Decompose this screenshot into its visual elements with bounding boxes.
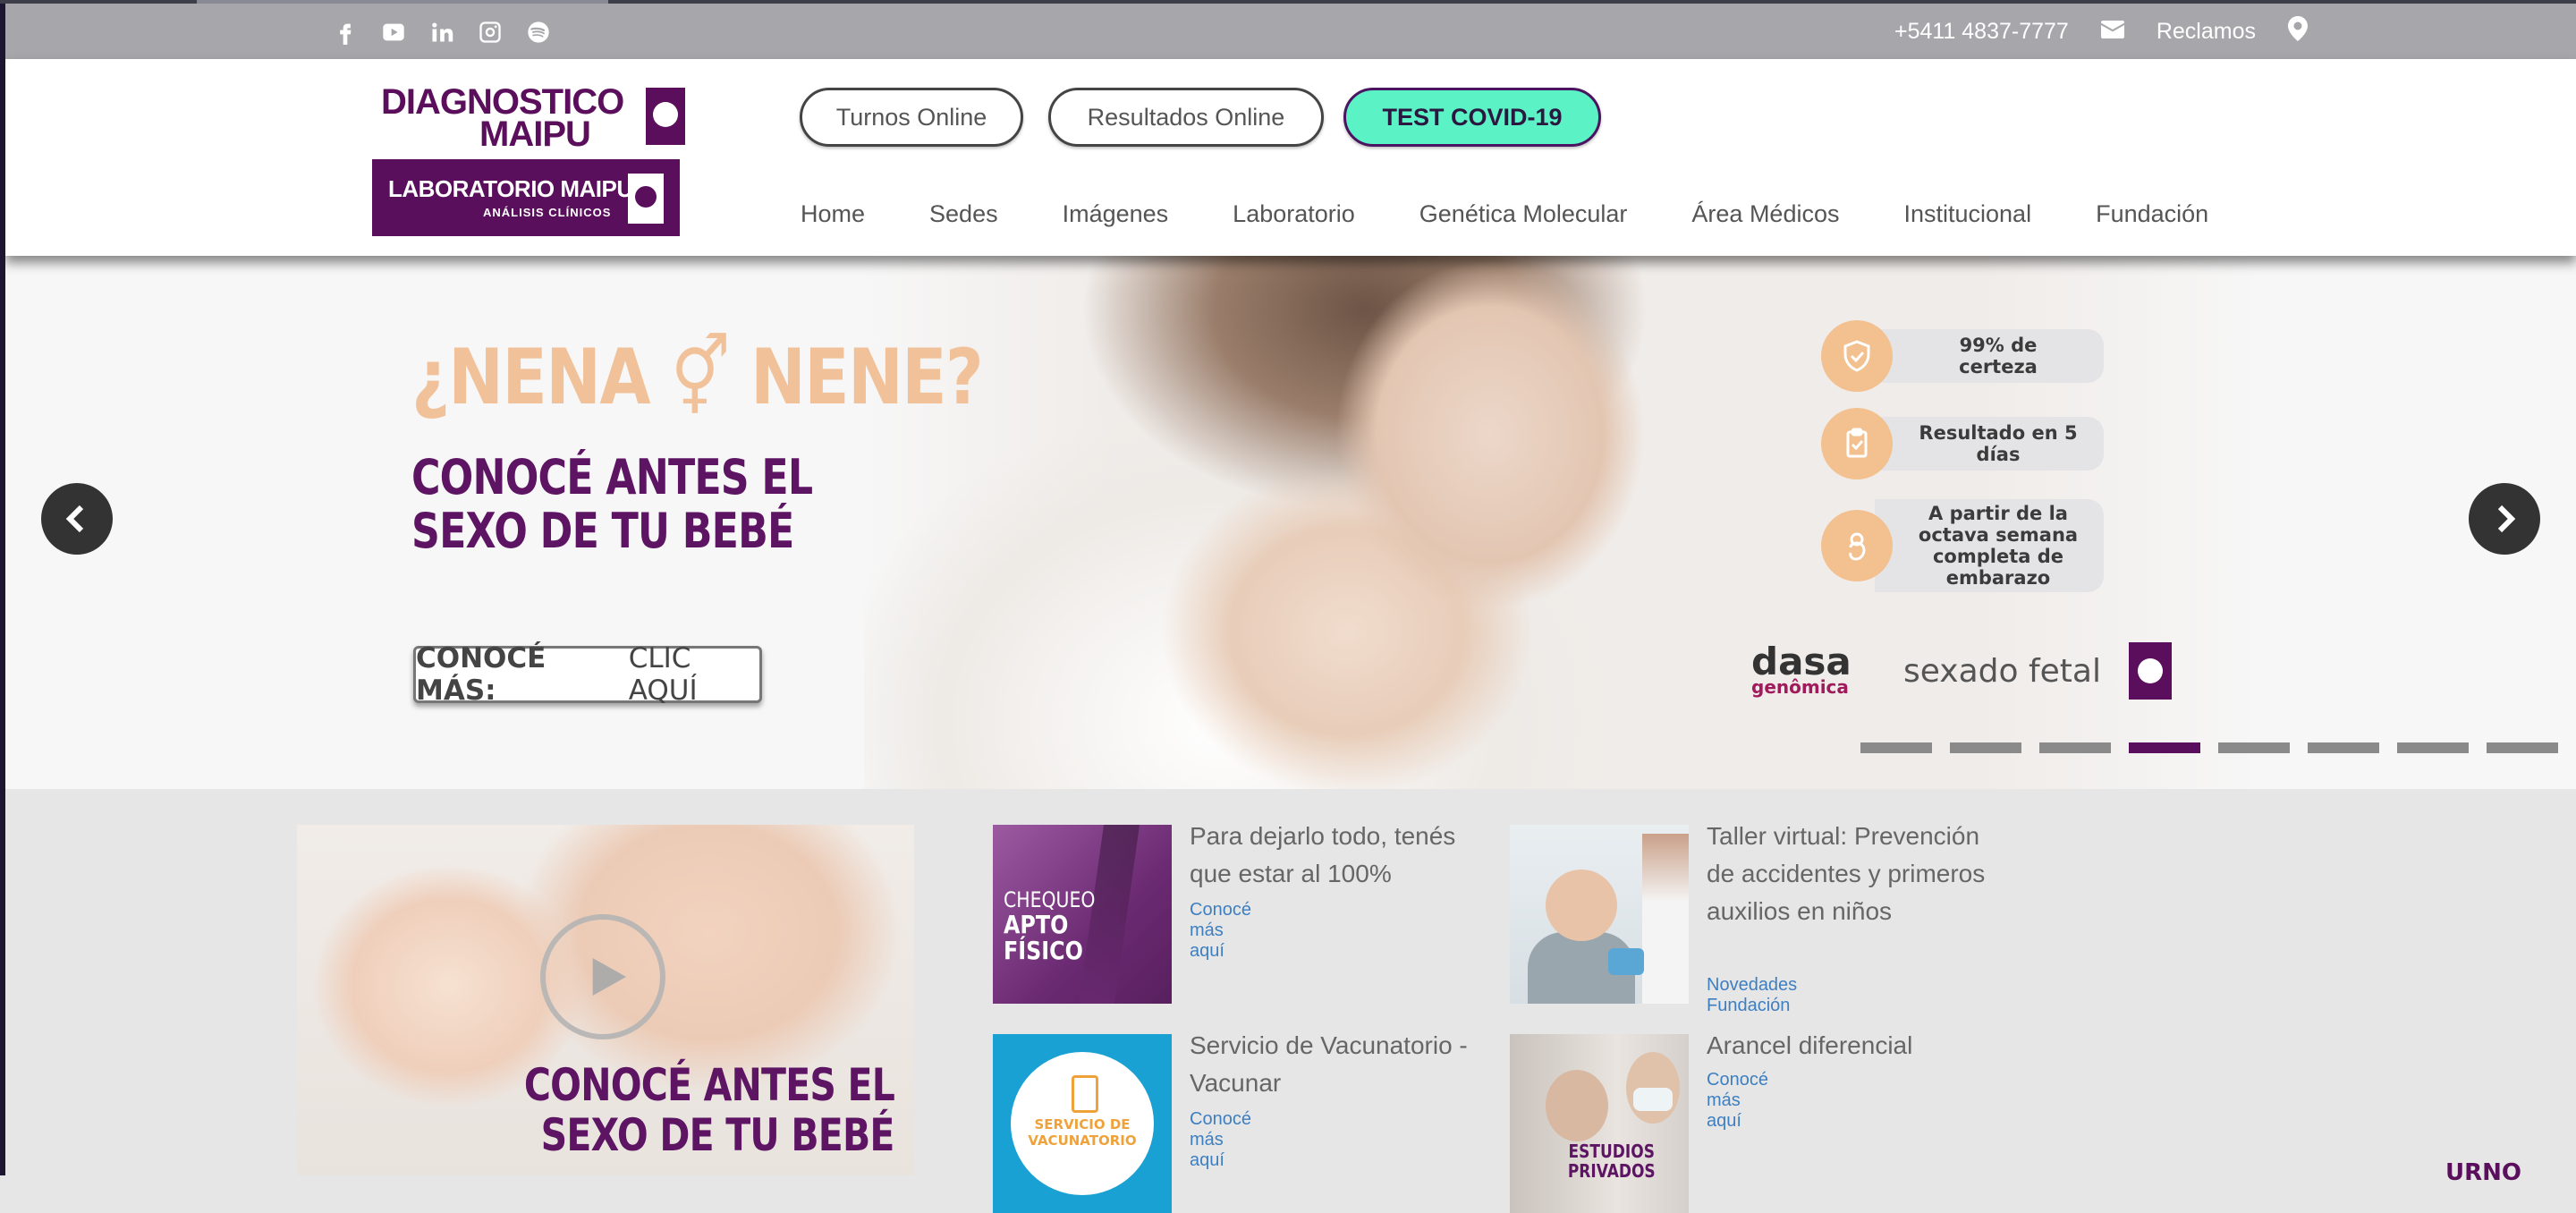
- slider-dot-1[interactable]: [1860, 742, 1932, 753]
- feature-resultado: Resultado en 5 días: [1821, 408, 2104, 479]
- logo-lab-line2: ANÁLISIS CLÍNICOS: [483, 206, 612, 219]
- feature-resultado-label: Resultado en 5 días: [1875, 417, 2104, 471]
- main-nav: Home Sedes Imágenes Laboratorio Genética…: [801, 200, 2273, 228]
- news-card-title[interactable]: Para dejarlo todo, tenés que estar al 10…: [1190, 818, 1476, 893]
- nav-laboratorio[interactable]: Laboratorio: [1233, 200, 1355, 228]
- video-caption-line2: SEXO DE TU BEBÉ: [541, 1109, 895, 1161]
- facebook-icon[interactable]: [331, 18, 360, 47]
- news-card-link[interactable]: Conocé más aquí: [1190, 900, 1251, 962]
- thumb-apto-fisico[interactable]: CHEQUEO APTO FÍSICO: [993, 825, 1172, 1004]
- logo-lab-mark-icon: [628, 174, 664, 224]
- feature-semana-label: A partir de la octava semana completa de…: [1875, 499, 2104, 592]
- thumb-estudios-privados[interactable]: ESTUDIOS PRIVADOS: [1510, 1034, 1689, 1213]
- feature-semana: A partir de la octava semana completa de…: [1821, 499, 2104, 592]
- feature-certeza: 99% de certeza: [1821, 320, 2104, 392]
- hero-slider: ¿NENA ⚥ NENE? CONOCÉ ANTES EL SEXO DE TU…: [5, 256, 2576, 789]
- logo-lab-line1: LABORATORIO MAIPU: [388, 175, 633, 202]
- play-icon[interactable]: [540, 914, 665, 1039]
- logo-mark-icon: [646, 88, 685, 145]
- feature-certeza-label: 99% de certeza: [1875, 329, 2104, 383]
- map-pin-icon[interactable]: [2288, 16, 2308, 47]
- reclamos-link[interactable]: Reclamos: [2157, 19, 2256, 45]
- contact-info: +5411 4837-7777 Reclamos: [1894, 16, 2308, 47]
- social-links: [331, 18, 553, 47]
- nav-institucional[interactable]: Institucional: [1903, 200, 2031, 228]
- slider-dot-3[interactable]: [2039, 742, 2111, 753]
- test-covid-button[interactable]: TEST COVID-19: [1343, 88, 1601, 147]
- clipboard-icon: [1821, 408, 1893, 479]
- hero-cta-rest: CLIC AQUÍ: [628, 642, 698, 707]
- window-edge: [0, 0, 5, 1175]
- sexado-fetal-logo: sexado fetal: [1903, 653, 2101, 690]
- site-header: DIAGNOSTICO MAIPU LABORATORIO MAIPU ANÁL…: [5, 59, 2576, 256]
- hero-subtitle-line2: SEXO DE TU BEBÉ: [411, 503, 794, 559]
- slider-dot-7[interactable]: [2397, 742, 2469, 753]
- logo-laboratorio-maipu[interactable]: LABORATORIO MAIPU ANÁLISIS CLÍNICOS: [372, 159, 680, 236]
- thumb-taller-virtual[interactable]: [1510, 825, 1689, 1004]
- nav-area-medicos[interactable]: Área Médicos: [1691, 200, 1839, 228]
- slider-dot-6[interactable]: [2308, 742, 2379, 753]
- spotify-icon[interactable]: [524, 18, 553, 47]
- nav-sedes[interactable]: Sedes: [929, 200, 998, 228]
- slider-dot-4[interactable]: [2129, 742, 2200, 753]
- news-card-title[interactable]: Taller virtual: Prevención de accidentes…: [1707, 818, 1993, 930]
- logo-line2: MAIPU: [479, 115, 591, 154]
- news-card-link[interactable]: Novedades Fundación: [1707, 975, 1797, 1016]
- logo-diagnostico-maipu[interactable]: DIAGNOSTICO MAIPU: [372, 82, 685, 154]
- featured-video[interactable]: CONOCÉ ANTES EL SEXO DE TU BEBÉ: [297, 825, 914, 1175]
- slider-prev-button[interactable]: [41, 483, 113, 555]
- thumb-vacunatorio[interactable]: SERVICIO DE VACUNATORIO: [993, 1034, 1172, 1213]
- news-card-link[interactable]: Conocé más aquí: [1190, 1109, 1251, 1171]
- browser-tab-strip: [0, 0, 2576, 4]
- resultados-online-button[interactable]: Resultados Online: [1048, 88, 1324, 147]
- instagram-icon[interactable]: [476, 18, 504, 47]
- hero-cta-button[interactable]: CONOCÉ MÁS: CLIC AQUÍ: [413, 642, 762, 707]
- turnos-online-button[interactable]: Turnos Online: [800, 88, 1023, 147]
- slider-pagination: [1860, 742, 2558, 753]
- slider-dot-8[interactable]: [2487, 742, 2558, 753]
- slider-next-button[interactable]: [2469, 483, 2540, 555]
- slider-dot-2[interactable]: [1950, 742, 2021, 753]
- top-bar: +5411 4837-7777 Reclamos: [5, 4, 2576, 59]
- hero-title: ¿NENA ⚥ NENE?: [411, 333, 984, 422]
- news-card-title[interactable]: Arancel diferencial: [1707, 1027, 1993, 1065]
- chevron-left-icon: [65, 505, 84, 533]
- video-caption-line1: CONOCÉ ANTES EL: [523, 1059, 895, 1111]
- chevron-right-icon: [2497, 505, 2516, 533]
- nav-imagenes[interactable]: Imágenes: [1063, 200, 1169, 228]
- nav-home[interactable]: Home: [801, 200, 865, 228]
- fetus-icon: [1821, 510, 1893, 581]
- mail-icon[interactable]: [2100, 19, 2124, 45]
- linkedin-icon[interactable]: [428, 18, 456, 47]
- hero-subtitle-line1: CONOCÉ ANTES EL: [411, 449, 813, 505]
- nav-genetica-molecular[interactable]: Genética Molecular: [1419, 200, 1628, 228]
- shield-check-icon: [1821, 320, 1893, 392]
- slider-dot-5[interactable]: [2218, 742, 2290, 753]
- phone-number[interactable]: +5411 4837-7777: [1894, 19, 2069, 45]
- dasa-genomica-logo: dasa genômica: [1751, 640, 1852, 698]
- youtube-icon[interactable]: [379, 18, 408, 47]
- news-card-title[interactable]: Servicio de Vacunatorio - Vacunar: [1190, 1027, 1476, 1102]
- floating-turnos-badge[interactable]: URNO: [2445, 1159, 2521, 1186]
- news-card-link[interactable]: Conocé más aquí: [1707, 1070, 1768, 1132]
- hero-cta-bold: CONOCÉ MÁS:: [416, 642, 547, 707]
- maipu-mark-icon: [2129, 642, 2172, 700]
- nav-fundacion[interactable]: Fundación: [2096, 200, 2208, 228]
